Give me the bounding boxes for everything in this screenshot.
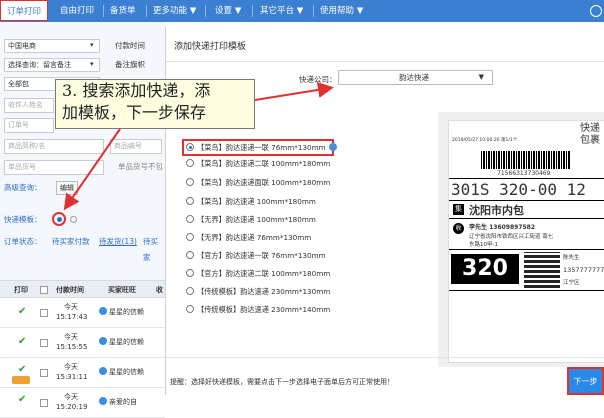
row-time: 15:20:19 (56, 403, 88, 411)
row-buyer: 亲爱的自 (109, 398, 137, 406)
annotation-arrows (63, 81, 334, 211)
arrow-to-express-select (254, 81, 334, 101)
row-checkbox[interactable] (40, 399, 48, 407)
check-icon: ✔ (18, 394, 27, 405)
arrow-to-add-template (63, 128, 121, 211)
wangwang-icon[interactable] (99, 397, 107, 405)
